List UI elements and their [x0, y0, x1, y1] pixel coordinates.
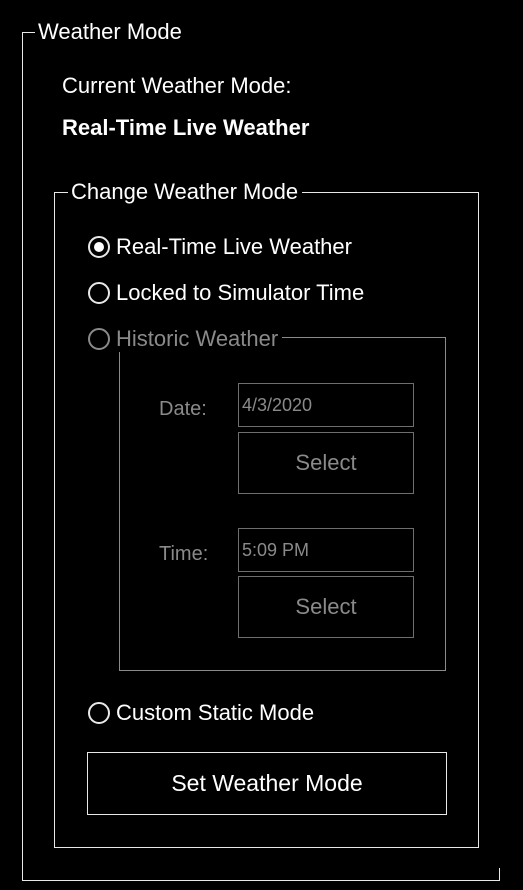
date-field[interactable] [238, 383, 414, 427]
current-weather-mode-label: Current Weather Mode: [62, 73, 292, 98]
radio-label: Locked to Simulator Time [116, 280, 365, 305]
change-weather-mode-title: Change Weather Mode [68, 179, 303, 205]
radio-custom-static-mode[interactable]: Custom Static Mode [88, 698, 314, 728]
radio-locked-to-simulator-time[interactable]: Locked to Simulator Time [88, 278, 364, 308]
time-select-button[interactable]: Select [238, 576, 414, 638]
radio-unchecked-icon[interactable] [88, 702, 110, 724]
historic-weather-title: Historic Weather [116, 326, 283, 352]
current-weather-mode-value: Real-Time Live Weather [62, 115, 310, 140]
radio-unchecked-icon[interactable] [88, 328, 110, 350]
radio-unchecked-icon[interactable] [88, 282, 110, 304]
time-label: Time: [159, 543, 209, 565]
date-label: Date: [159, 398, 207, 420]
radio-label: Real-Time Live Weather [116, 234, 352, 259]
time-field[interactable] [238, 528, 414, 572]
radio-checked-icon[interactable] [88, 236, 110, 258]
radio-historic-weather[interactable]: Historic Weather [88, 324, 283, 354]
radio-label: Custom Static Mode [116, 700, 315, 725]
date-select-button[interactable]: Select [238, 432, 414, 494]
radio-real-time-live-weather[interactable]: Real-Time Live Weather [88, 232, 352, 262]
set-weather-mode-button[interactable]: Set Weather Mode [87, 752, 447, 815]
